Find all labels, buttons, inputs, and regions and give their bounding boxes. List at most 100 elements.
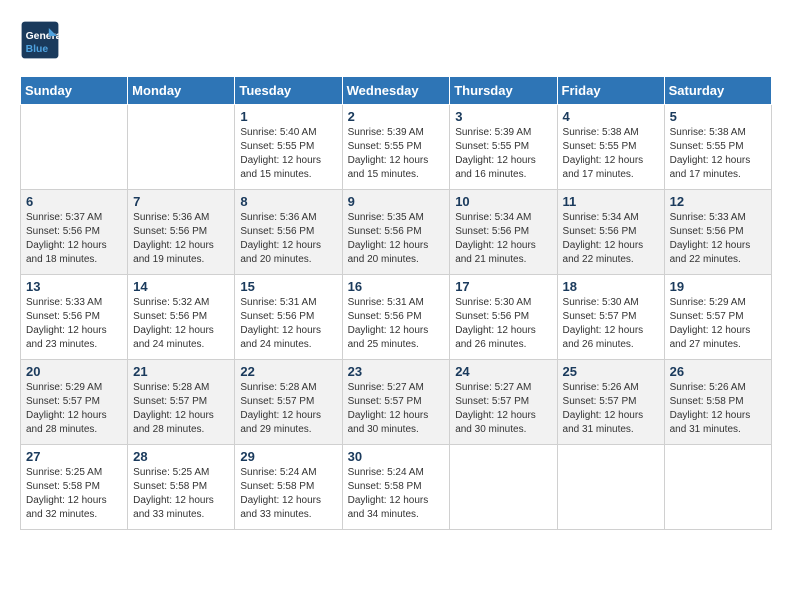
day-info: Sunrise: 5:39 AMSunset: 5:55 PMDaylight:… <box>348 126 445 182</box>
calendar-cell: 20Sunrise: 5:29 AMSunset: 5:57 PMDayligh… <box>21 360 128 445</box>
header-friday: Friday <box>557 77 664 105</box>
day-info: Sunrise: 5:37 AMSunset: 5:56 PMDaylight:… <box>26 211 122 267</box>
day-number: 18 <box>563 279 659 294</box>
header-wednesday: Wednesday <box>342 77 450 105</box>
day-info: Sunrise: 5:31 AMSunset: 5:56 PMDaylight:… <box>348 296 445 352</box>
calendar-cell <box>450 445 557 530</box>
calendar-cell: 13Sunrise: 5:33 AMSunset: 5:56 PMDayligh… <box>21 275 128 360</box>
day-number: 23 <box>348 364 445 379</box>
day-info: Sunrise: 5:30 AMSunset: 5:57 PMDaylight:… <box>563 296 659 352</box>
week-row-2: 6 Sunrise: 5:37 AMSunset: 5:56 PMDaylight… <box>21 190 772 275</box>
day-info: Sunrise: 5:39 AMSunset: 5:55 PMDaylight:… <box>455 126 551 182</box>
day-number: 3 <box>455 109 551 124</box>
calendar-cell: 17 Sunrise: 5:30 AMSunset: 5:56 PMDayligh… <box>450 275 557 360</box>
week-row-1: 1Sunrise: 5:40 AMSunset: 5:55 PMDaylight… <box>21 105 772 190</box>
day-number: 16 <box>348 279 445 294</box>
day-info: Sunrise: 5:28 AMSunset: 5:57 PMDaylight:… <box>133 381 229 437</box>
calendar-cell <box>557 445 664 530</box>
week-row-3: 13Sunrise: 5:33 AMSunset: 5:56 PMDayligh… <box>21 275 772 360</box>
day-info: Sunrise: 5:34 AMSunset: 5:56 PMDaylight:… <box>455 211 551 267</box>
day-info: Sunrise: 5:30 AMSunset: 5:56 PMDaylight:… <box>455 296 551 352</box>
day-number: 29 <box>240 449 336 464</box>
day-info: Sunrise: 5:32 AMSunset: 5:56 PMDaylight:… <box>133 296 229 352</box>
day-number: 5 <box>670 109 766 124</box>
calendar-cell: 9Sunrise: 5:35 AMSunset: 5:56 PMDaylight… <box>342 190 450 275</box>
calendar-cell: 14 Sunrise: 5:32 AMSunset: 5:56 PMDayligh… <box>128 275 235 360</box>
day-number: 2 <box>348 109 445 124</box>
day-info: Sunrise: 5:40 AMSunset: 5:55 PMDaylight:… <box>240 126 336 182</box>
day-number: 17 <box>455 279 551 294</box>
day-number: 7 <box>133 194 229 209</box>
day-info: Sunrise: 5:36 AMSunset: 5:56 PMDaylight:… <box>133 211 229 267</box>
header-sunday: Sunday <box>21 77 128 105</box>
calendar-cell <box>128 105 235 190</box>
day-info: Sunrise: 5:38 AMSunset: 5:55 PMDaylight:… <box>670 126 766 182</box>
calendar-cell: 6 Sunrise: 5:37 AMSunset: 5:56 PMDaylight… <box>21 190 128 275</box>
day-number: 26 <box>670 364 766 379</box>
calendar-cell: 30 Sunrise: 5:24 AMSunset: 5:58 PMDayligh… <box>342 445 450 530</box>
calendar-cell: 12Sunrise: 5:33 AMSunset: 5:56 PMDayligh… <box>664 190 771 275</box>
calendar-cell: 7 Sunrise: 5:36 AMSunset: 5:56 PMDaylight… <box>128 190 235 275</box>
header-thursday: Thursday <box>450 77 557 105</box>
calendar-cell: 15Sunrise: 5:31 AMSunset: 5:56 PMDayligh… <box>235 275 342 360</box>
header-tuesday: Tuesday <box>235 77 342 105</box>
calendar-cell: 21 Sunrise: 5:28 AMSunset: 5:57 PMDayligh… <box>128 360 235 445</box>
day-info: Sunrise: 5:36 AMSunset: 5:56 PMDaylight:… <box>240 211 336 267</box>
calendar-cell: 2 Sunrise: 5:39 AMSunset: 5:55 PMDaylight… <box>342 105 450 190</box>
calendar-cell: 26 Sunrise: 5:26 AMSunset: 5:58 PMDayligh… <box>664 360 771 445</box>
day-info: Sunrise: 5:29 AMSunset: 5:57 PMDaylight:… <box>26 381 122 437</box>
svg-text:General: General <box>26 31 60 42</box>
calendar-cell: 10 Sunrise: 5:34 AMSunset: 5:56 PMDayligh… <box>450 190 557 275</box>
calendar-cell <box>21 105 128 190</box>
calendar-cell: 1Sunrise: 5:40 AMSunset: 5:55 PMDaylight… <box>235 105 342 190</box>
day-info: Sunrise: 5:25 AMSunset: 5:58 PMDaylight:… <box>133 466 229 522</box>
day-info: Sunrise: 5:25 AMSunset: 5:58 PMDaylight:… <box>26 466 122 522</box>
day-number: 11 <box>563 194 659 209</box>
calendar-cell: 4 Sunrise: 5:38 AMSunset: 5:55 PMDaylight… <box>557 105 664 190</box>
week-row-4: 20Sunrise: 5:29 AMSunset: 5:57 PMDayligh… <box>21 360 772 445</box>
day-number: 25 <box>563 364 659 379</box>
calendar-cell: 5 Sunrise: 5:38 AMSunset: 5:55 PMDaylight… <box>664 105 771 190</box>
day-info: Sunrise: 5:35 AMSunset: 5:56 PMDaylight:… <box>348 211 445 267</box>
day-info: Sunrise: 5:26 AMSunset: 5:58 PMDaylight:… <box>670 381 766 437</box>
calendar-cell: 16 Sunrise: 5:31 AMSunset: 5:56 PMDayligh… <box>342 275 450 360</box>
calendar-cell: 18 Sunrise: 5:30 AMSunset: 5:57 PMDayligh… <box>557 275 664 360</box>
day-number: 21 <box>133 364 229 379</box>
calendar-header-row: SundayMondayTuesdayWednesdayThursdayFrid… <box>21 77 772 105</box>
calendar-table: SundayMondayTuesdayWednesdayThursdayFrid… <box>20 76 772 530</box>
calendar-cell: 22 Sunrise: 5:28 AMSunset: 5:57 PMDayligh… <box>235 360 342 445</box>
page-header: General Blue <box>20 20 772 60</box>
day-info: Sunrise: 5:28 AMSunset: 5:57 PMDaylight:… <box>240 381 336 437</box>
day-info: Sunrise: 5:29 AMSunset: 5:57 PMDaylight:… <box>670 296 766 352</box>
calendar-cell: 27 Sunrise: 5:25 AMSunset: 5:58 PMDayligh… <box>21 445 128 530</box>
day-info: Sunrise: 5:24 AMSunset: 5:58 PMDaylight:… <box>348 466 445 522</box>
day-number: 28 <box>133 449 229 464</box>
calendar-cell: 8 Sunrise: 5:36 AMSunset: 5:56 PMDaylight… <box>235 190 342 275</box>
calendar-cell: 23Sunrise: 5:27 AMSunset: 5:57 PMDayligh… <box>342 360 450 445</box>
day-info: Sunrise: 5:38 AMSunset: 5:55 PMDaylight:… <box>563 126 659 182</box>
day-info: Sunrise: 5:26 AMSunset: 5:57 PMDaylight:… <box>563 381 659 437</box>
day-number: 8 <box>240 194 336 209</box>
day-number: 27 <box>26 449 122 464</box>
calendar-cell: 19 Sunrise: 5:29 AMSunset: 5:57 PMDayligh… <box>664 275 771 360</box>
calendar-cell: 28 Sunrise: 5:25 AMSunset: 5:58 PMDayligh… <box>128 445 235 530</box>
day-number: 24 <box>455 364 551 379</box>
day-number: 19 <box>670 279 766 294</box>
header-monday: Monday <box>128 77 235 105</box>
day-info: Sunrise: 5:33 AMSunset: 5:56 PMDaylight:… <box>26 296 122 352</box>
calendar-cell: 29 Sunrise: 5:24 AMSunset: 5:58 PMDayligh… <box>235 445 342 530</box>
day-number: 6 <box>26 194 122 209</box>
day-number: 30 <box>348 449 445 464</box>
day-number: 22 <box>240 364 336 379</box>
logo: General Blue <box>20 20 66 60</box>
day-number: 12 <box>670 194 766 209</box>
calendar-cell: 25 Sunrise: 5:26 AMSunset: 5:57 PMDayligh… <box>557 360 664 445</box>
day-info: Sunrise: 5:24 AMSunset: 5:58 PMDaylight:… <box>240 466 336 522</box>
day-number: 10 <box>455 194 551 209</box>
day-info: Sunrise: 5:27 AMSunset: 5:57 PMDaylight:… <box>455 381 551 437</box>
calendar-cell: 11Sunrise: 5:34 AMSunset: 5:56 PMDayligh… <box>557 190 664 275</box>
day-number: 14 <box>133 279 229 294</box>
day-number: 4 <box>563 109 659 124</box>
week-row-5: 27 Sunrise: 5:25 AMSunset: 5:58 PMDayligh… <box>21 445 772 530</box>
header-saturday: Saturday <box>664 77 771 105</box>
